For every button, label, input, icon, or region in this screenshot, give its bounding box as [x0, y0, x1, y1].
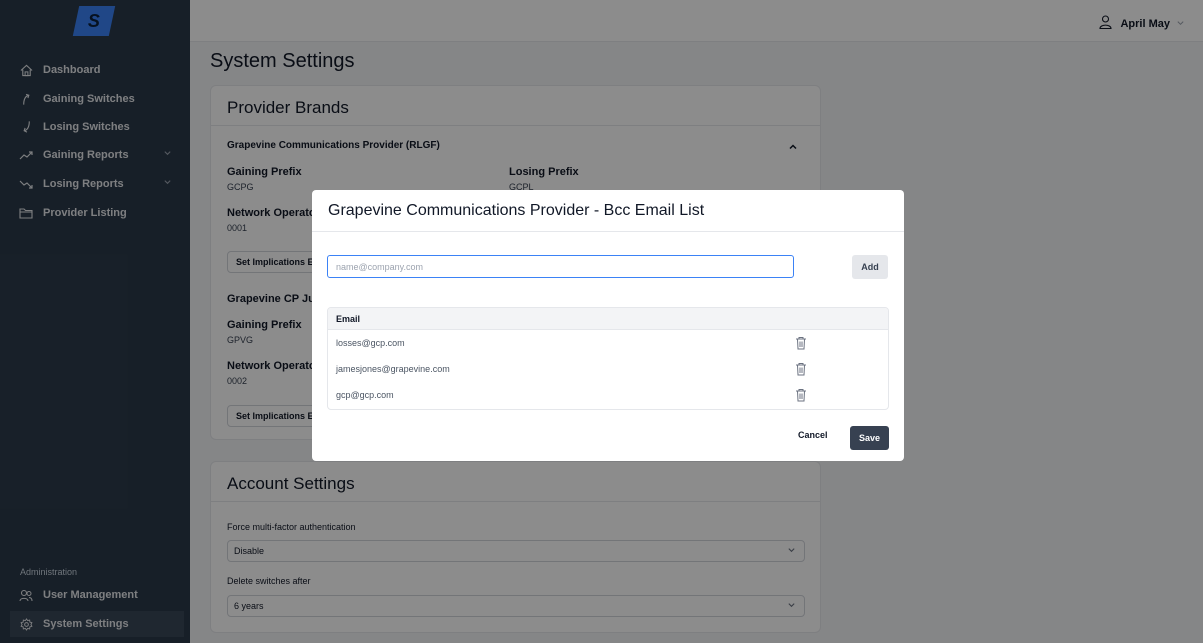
modal-title: Grapevine Communications Provider - Bcc …: [328, 202, 705, 219]
trash-icon[interactable]: [795, 336, 807, 350]
table-row: losses@gcp.com: [328, 330, 888, 356]
email-cell: losses@gcp.com: [336, 338, 405, 348]
trash-icon[interactable]: [795, 388, 807, 402]
email-cell: jamesjones@grapevine.com: [336, 364, 450, 374]
email-cell: gcp@gcp.com: [336, 390, 394, 400]
divider: [312, 231, 904, 232]
trash-icon[interactable]: [795, 362, 807, 376]
email-column-header: Email: [328, 308, 888, 330]
email-table: Email losses@gcp.com jamesjones@grapevin…: [327, 307, 889, 410]
email-input[interactable]: [327, 255, 794, 278]
add-button[interactable]: Add: [852, 255, 888, 279]
bcc-email-modal: Grapevine Communications Provider - Bcc …: [312, 190, 904, 461]
table-row: gcp@gcp.com: [328, 382, 888, 408]
save-button[interactable]: Save: [850, 426, 889, 450]
cancel-button[interactable]: Cancel: [798, 430, 828, 440]
table-row: jamesjones@grapevine.com: [328, 356, 888, 382]
